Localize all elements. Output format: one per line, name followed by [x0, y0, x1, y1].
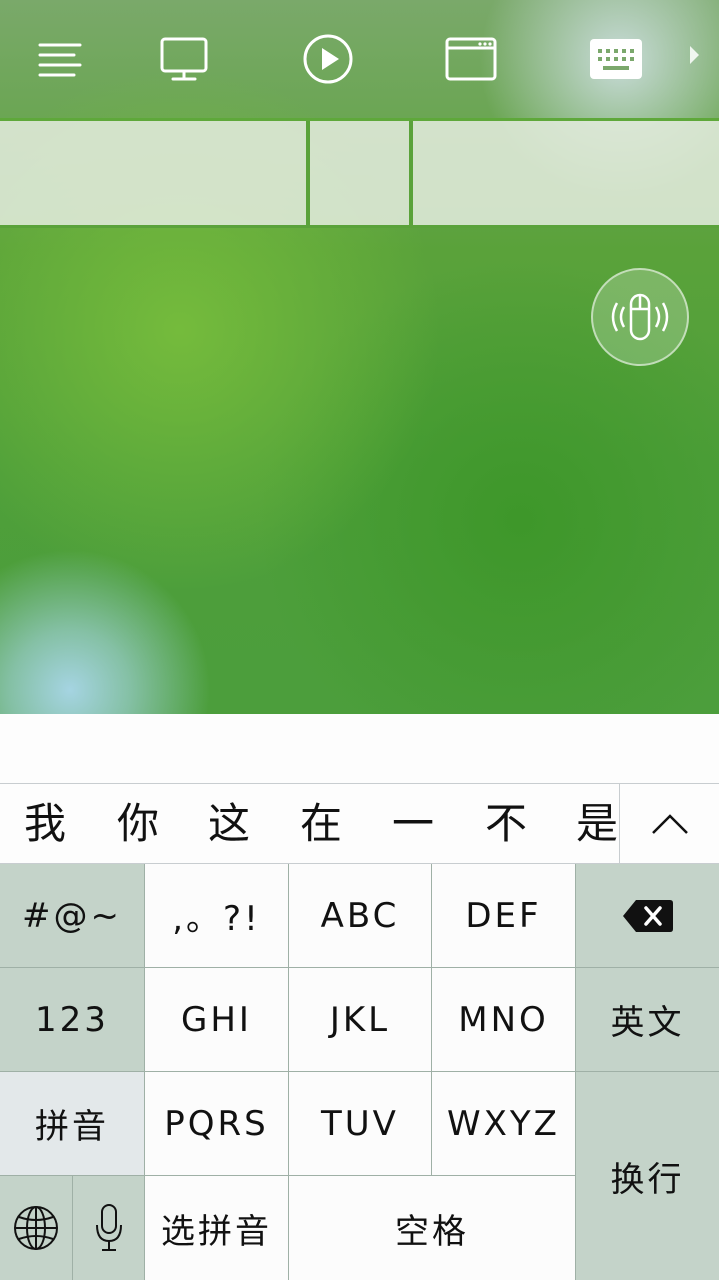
- tuv-key[interactable]: TUV: [289, 1072, 432, 1176]
- microphone-key[interactable]: [73, 1176, 145, 1280]
- text-input[interactable]: [0, 714, 719, 784]
- left-click-button[interactable]: [0, 121, 310, 225]
- screen-button[interactable]: [154, 30, 214, 88]
- mouse-icon: [611, 293, 669, 341]
- top-toolbar: [0, 0, 719, 121]
- candidate-item[interactable]: 我: [24, 784, 66, 864]
- chevron-up-icon: [652, 814, 688, 834]
- candidate-item[interactable]: 是: [576, 784, 618, 864]
- numbers-key[interactable]: 123: [0, 968, 145, 1072]
- symbols-key[interactable]: #@~: [0, 864, 145, 968]
- keyboard: #@~ ,。?! ABC DEF 123 GHI JKL MNO 英文 拼音 P…: [0, 864, 719, 1280]
- chevron-right-icon[interactable]: [690, 46, 699, 64]
- window-button[interactable]: [441, 30, 501, 88]
- globe-icon: [14, 1206, 58, 1250]
- pinyin-key[interactable]: 拼音: [0, 1072, 145, 1176]
- monitor-icon: [160, 37, 208, 81]
- media-button[interactable]: [298, 30, 358, 88]
- menu-icon: [38, 43, 82, 77]
- globe-key[interactable]: [0, 1176, 73, 1280]
- microphone-icon: [95, 1204, 122, 1251]
- wxyz-key[interactable]: WXYZ: [432, 1072, 576, 1176]
- play-icon: [303, 34, 353, 84]
- select-pinyin-key[interactable]: 选拼音: [145, 1176, 289, 1280]
- keyboard-button[interactable]: [586, 30, 646, 88]
- candidate-item[interactable]: 一: [392, 784, 434, 864]
- candidate-bar: 我 你 这 在 一 不 是: [0, 784, 719, 864]
- punctuation-key[interactable]: ,。?!: [145, 864, 289, 968]
- expand-candidates-button[interactable]: [619, 784, 719, 864]
- menu-button[interactable]: [30, 30, 90, 88]
- jkl-key[interactable]: JKL: [289, 968, 432, 1072]
- def-key[interactable]: DEF: [432, 864, 576, 968]
- enter-key[interactable]: 换行: [576, 1072, 719, 1280]
- space-key[interactable]: 空格: [289, 1176, 576, 1280]
- candidate-item[interactable]: 这: [208, 784, 250, 864]
- middle-click-button[interactable]: [310, 121, 413, 225]
- english-key[interactable]: 英文: [576, 968, 719, 1072]
- pqrs-key[interactable]: PQRS: [145, 1072, 289, 1176]
- backspace-icon: [622, 899, 673, 932]
- mouse-buttons: [0, 121, 719, 225]
- candidate-item[interactable]: 在: [300, 784, 342, 864]
- mno-key[interactable]: MNO: [432, 968, 576, 1072]
- keyboard-icon: [590, 39, 642, 79]
- candidate-item[interactable]: 不: [485, 784, 527, 864]
- ghi-key[interactable]: GHI: [145, 968, 289, 1072]
- candidate-item[interactable]: 你: [117, 784, 159, 864]
- abc-key[interactable]: ABC: [289, 864, 432, 968]
- delete-key[interactable]: [576, 864, 719, 968]
- right-click-button[interactable]: [413, 121, 719, 225]
- air-mouse-button[interactable]: [591, 268, 689, 366]
- window-icon: [445, 37, 497, 81]
